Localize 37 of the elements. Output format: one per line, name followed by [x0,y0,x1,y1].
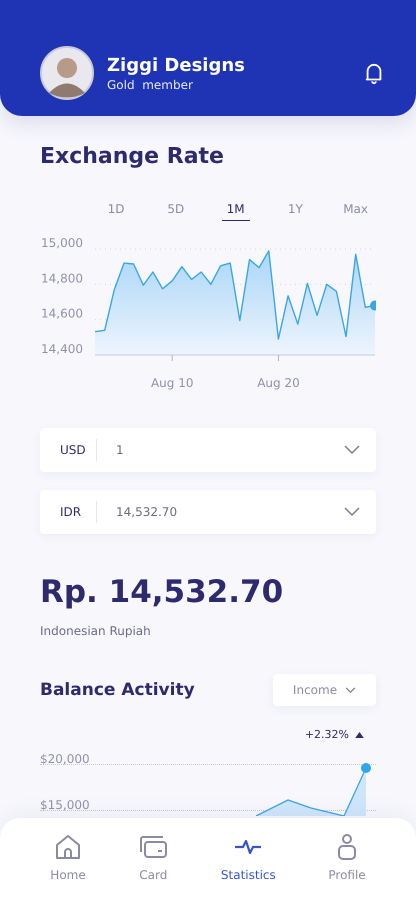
chevron-down-icon [344,445,360,455]
range-tab[interactable]: Max [341,199,370,221]
income-dropdown[interactable]: Income [273,674,376,706]
avatar [40,46,94,100]
section-title: Balance Activity [40,680,195,700]
axis-label: $15,000 [40,798,90,812]
section-title: Exchange Rate [40,144,225,169]
change-percent: +2.32% [304,728,349,741]
chevron-down-icon [344,507,360,517]
currency-select[interactable]: USD 1 [40,428,376,472]
axis-label: 14,800 [41,271,83,286]
currency-name: Indonesian Rupiah [40,624,152,638]
range-tab[interactable]: 1D [102,199,130,221]
range-tab[interactable]: 5D [162,199,190,221]
axis-label: 14,400 [41,342,83,356]
nav-item[interactable]: Profile [324,828,370,900]
currency-code: IDR [60,505,82,519]
axis-label: Aug 10 [150,376,194,390]
currency-code: USD [60,443,87,457]
currency-select[interactable]: IDR 14,532.70 [40,490,376,534]
nav-item[interactable]: Home [46,828,90,900]
range-tab[interactable]: 1Y [281,199,310,221]
axis-label: Aug 20 [257,376,300,390]
axis-label: 15,000 [41,236,83,250]
up-triangle-icon [355,732,364,738]
axis-label: 14,600 [41,306,83,321]
axis-label: $20,000 [40,752,90,766]
currency-value: 14,532.70 [116,505,178,519]
nav-item[interactable]: Card [134,828,172,900]
range-tab[interactable]: 1M [222,199,250,221]
membership-label: Gold member [107,78,194,92]
current-point [370,300,376,311]
nav-item[interactable]: Statistics [216,828,280,900]
chevron-down-icon [345,686,356,694]
currency-value: 1 [116,443,125,457]
converted-amount: Rp. 14,532.70 [40,574,284,610]
user-name: Ziggi Designs [107,54,246,76]
